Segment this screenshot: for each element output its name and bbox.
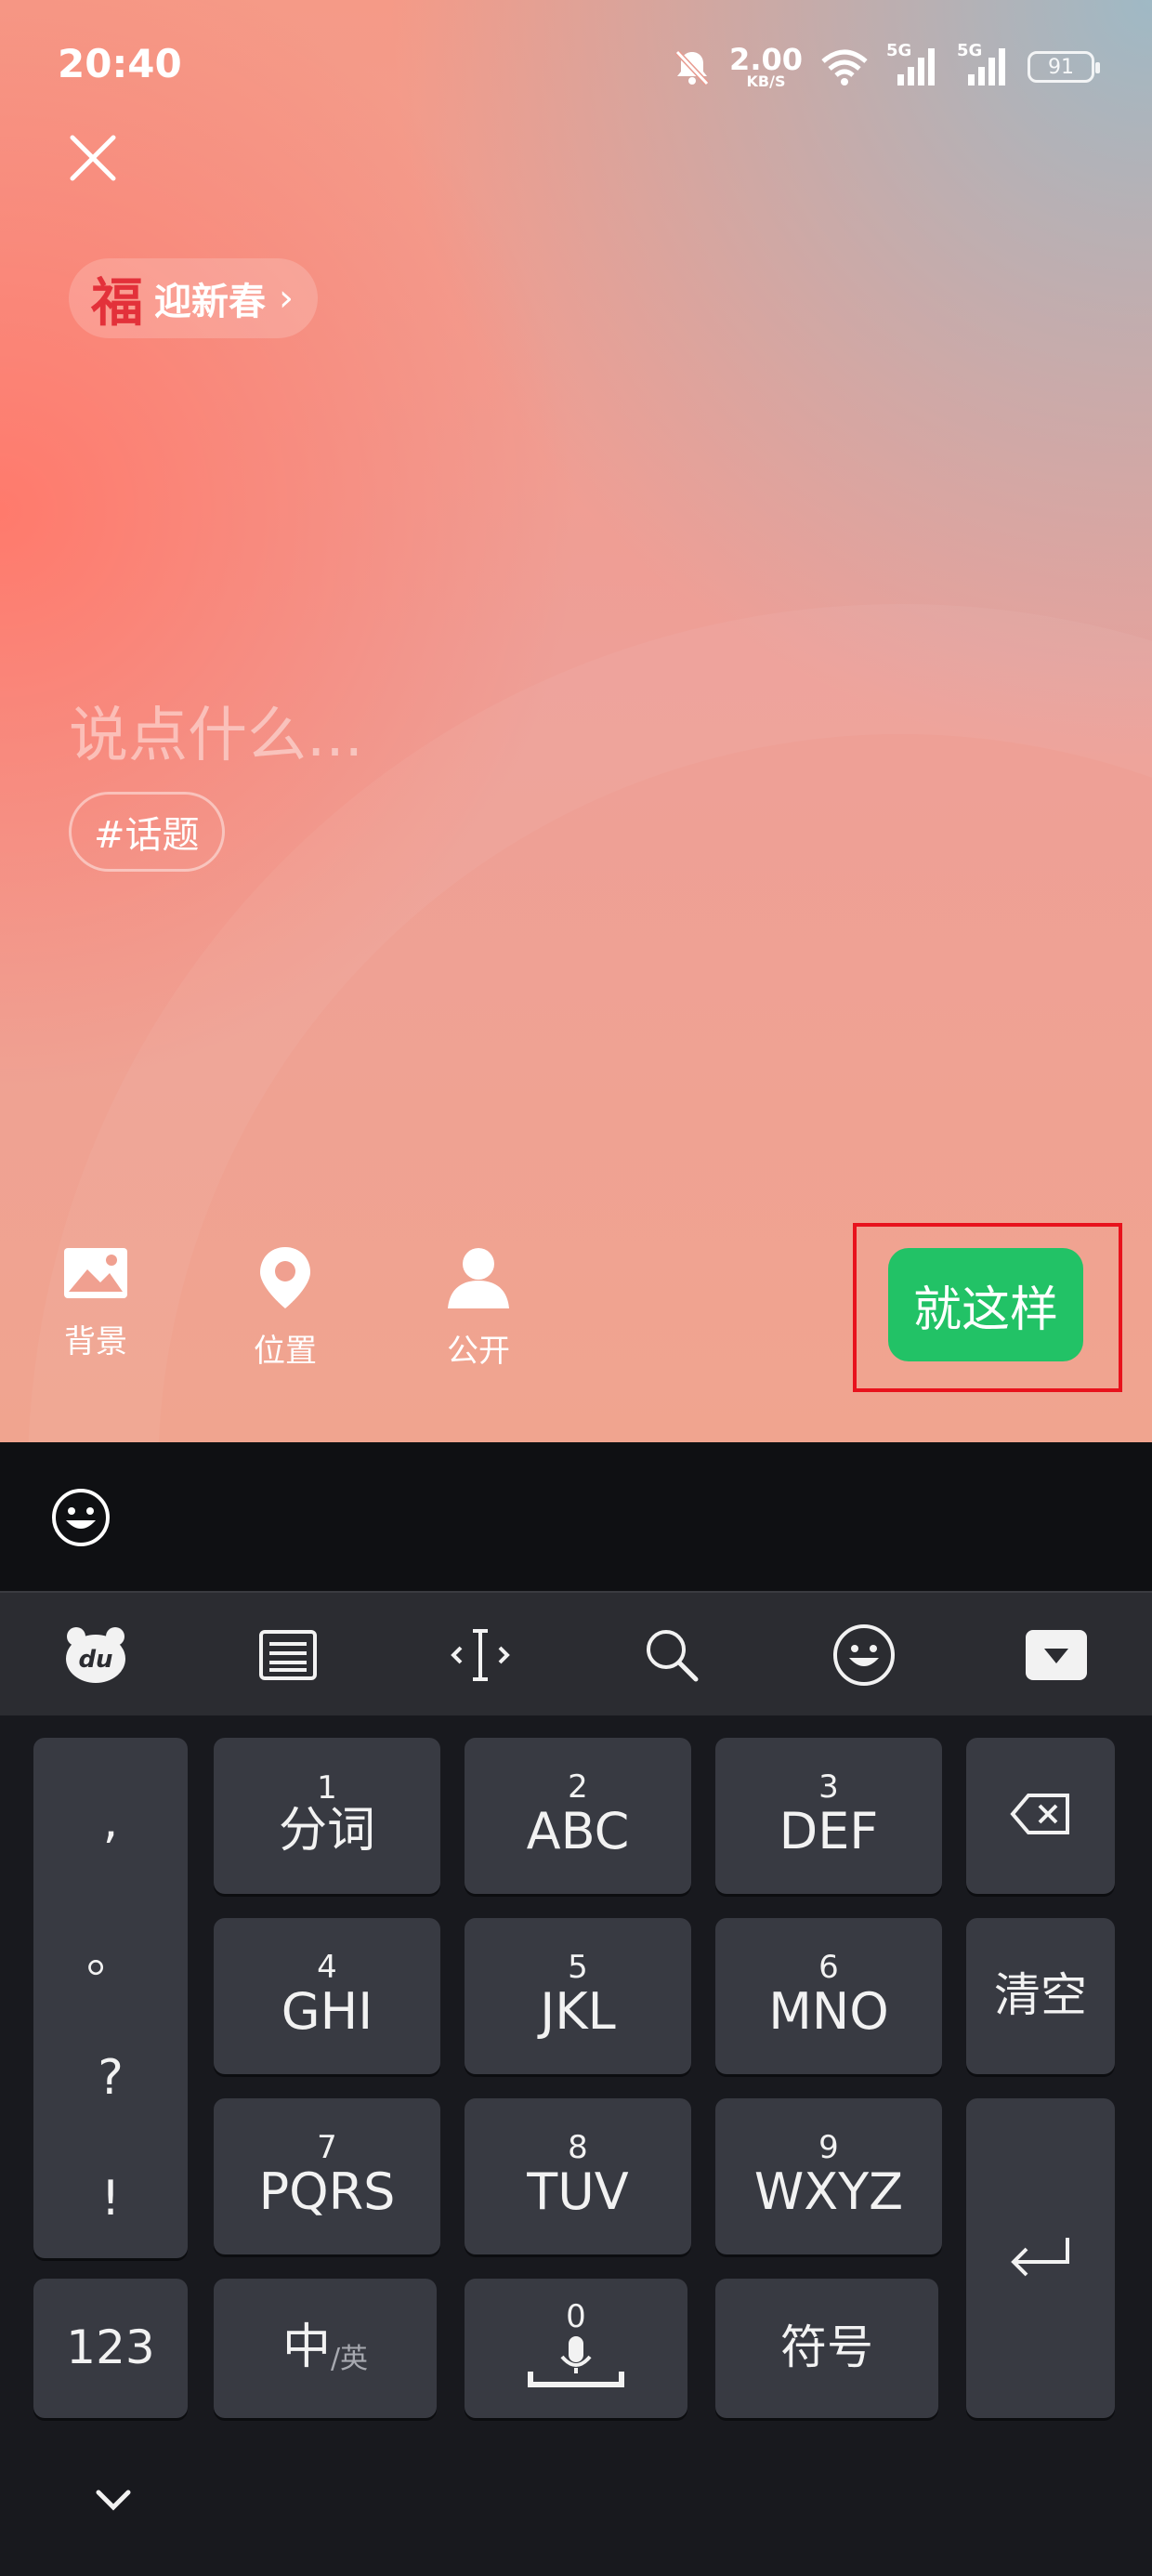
key-3[interactable]: 3 DEF	[715, 1738, 942, 1894]
background-button[interactable]: 背景	[45, 1245, 147, 1361]
language-switch-key[interactable]: 中 /英	[214, 2279, 437, 2418]
collapse-keyboard-icon[interactable]	[1015, 1613, 1098, 1697]
comma-key[interactable]: ,	[33, 1794, 188, 1849]
baidu-logo-icon[interactable]: du	[54, 1613, 137, 1697]
backspace-key[interactable]	[966, 1738, 1115, 1894]
period-key[interactable]: 。	[33, 1916, 188, 1986]
exclamation-key[interactable]: !	[33, 2171, 188, 2227]
signal-5g-icon: 5G	[886, 41, 940, 87]
chevron-right-icon: ›	[279, 277, 294, 320]
key-9[interactable]: 9 WXYZ	[715, 2098, 942, 2254]
keyboard-toolbar: du	[0, 1591, 1152, 1717]
signal-5g-icon: 5G	[957, 41, 1011, 87]
background-label: 背景	[64, 1323, 127, 1360]
location-label: 位置	[254, 1333, 317, 1370]
keyboard-icon[interactable]	[246, 1613, 330, 1697]
chevron-down-icon[interactable]	[93, 2487, 134, 2517]
emoji-icon[interactable]	[50, 1487, 111, 1552]
key-5[interactable]: 5 JKL	[465, 1918, 691, 2074]
search-icon[interactable]	[630, 1613, 713, 1697]
keyboard: , 。 ? ! 1 分词 2 ABC 3 DEF 4 GHI 5 JKL 6 MNO 清空 …	[0, 1715, 1152, 2576]
space-key[interactable]: 0	[465, 2279, 687, 2418]
enter-icon	[1008, 2234, 1073, 2282]
status-time: 20:40	[58, 41, 182, 86]
image-icon	[61, 1245, 130, 1305]
person-icon	[446, 1245, 511, 1314]
cursor-icon[interactable]	[439, 1613, 522, 1697]
key-8[interactable]: 8 TUV	[465, 2098, 691, 2254]
close-icon[interactable]	[65, 130, 121, 186]
network-speed: 2.00 KB/S	[729, 42, 803, 90]
post-text-input[interactable]: 说点什么...	[69, 688, 363, 773]
mute-bell-icon	[672, 46, 713, 87]
compose-panel: 20:40 2.00 KB/S 5G 5G 91 福 迎新春 › 说点什么...…	[0, 0, 1152, 1442]
topic-label: 迎新春	[154, 281, 266, 323]
status-bar: 20:40 2.00 KB/S 5G 5G 91	[0, 0, 1152, 139]
backspace-icon	[1010, 1793, 1071, 1839]
symbols-key[interactable]: 符号	[715, 2279, 938, 2418]
emoji-icon[interactable]	[822, 1613, 906, 1697]
key-2[interactable]: 2 ABC	[465, 1738, 691, 1894]
hashtag-button[interactable]: #话题	[69, 792, 225, 872]
key-6[interactable]: 6 MNO	[715, 1918, 942, 2074]
highlight-box	[853, 1223, 1122, 1392]
key-4[interactable]: 4 GHI	[214, 1918, 440, 2074]
visibility-label: 公开	[447, 1333, 510, 1370]
microphone-icon	[525, 2333, 627, 2396]
key-1[interactable]: 1 分词	[214, 1738, 440, 1894]
punctuation-column[interactable]: , 。 ? !	[33, 1738, 188, 2258]
battery-icon: 91	[1028, 51, 1100, 83]
wifi-icon	[819, 46, 870, 87]
clear-key[interactable]: 清空	[966, 1918, 1115, 2074]
key-7[interactable]: 7 PQRS	[214, 2098, 440, 2254]
visibility-button[interactable]: 公开	[427, 1245, 530, 1371]
fu-icon: 福	[91, 271, 143, 334]
svg-text:du: du	[79, 1646, 113, 1674]
location-pin-icon	[256, 1245, 314, 1314]
topic-chip[interactable]: 福 迎新春 ›	[69, 258, 318, 338]
enter-key[interactable]	[966, 2098, 1115, 2418]
emoji-bar	[0, 1442, 1152, 1591]
question-key[interactable]: ?	[33, 2050, 188, 2106]
status-icons: 2.00 KB/S 5G 5G 91	[672, 41, 1100, 90]
numbers-key[interactable]: 123	[33, 2279, 188, 2418]
location-button[interactable]: 位置	[234, 1245, 336, 1371]
